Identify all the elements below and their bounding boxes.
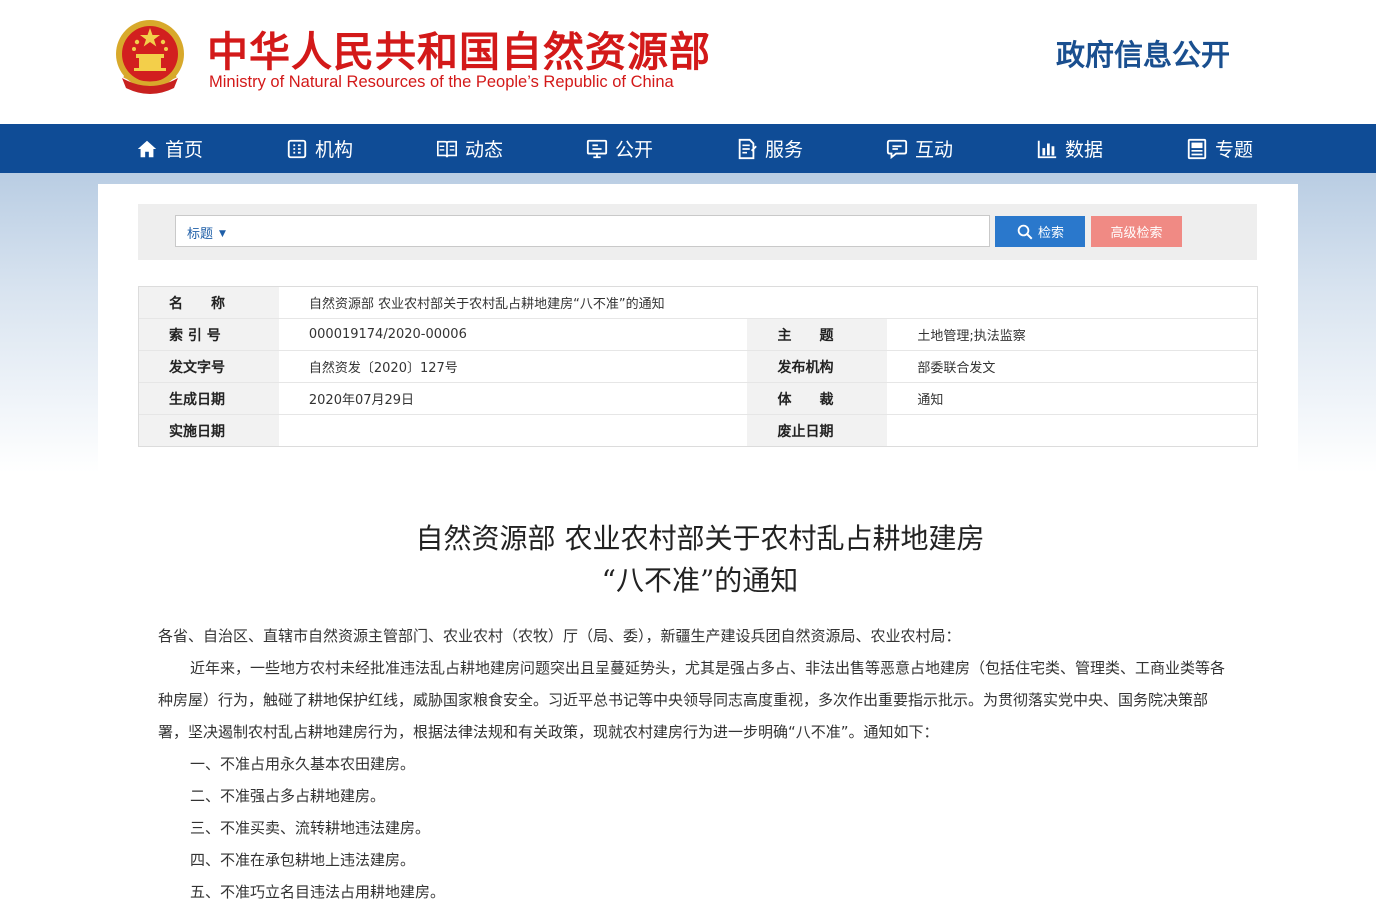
info-label: 发布机构 xyxy=(747,351,888,382)
main-nav: 首页 机构 动态 公开 服务 互动 数据 专题 xyxy=(0,124,1376,173)
doc-list-item: 三、不准买卖、流转耕地违法建房。 xyxy=(190,819,431,837)
nav-label: 公开 xyxy=(615,139,654,161)
doc-title-line: “八不准”的通知 xyxy=(601,564,799,597)
nav-label: 机构 xyxy=(315,139,354,161)
nav-label: 专题 xyxy=(1215,139,1254,161)
info-value: 2020年07月29日 xyxy=(308,393,415,408)
info-row: 生成日期 2020年07月29日 体 裁 通知 xyxy=(139,383,1257,415)
nav-item-home[interactable]: 首页 xyxy=(136,124,203,173)
info-value xyxy=(887,415,1257,446)
info-label: 体 裁 xyxy=(747,383,888,414)
doc-info-table: 名 称 自然资源部 农业农村部关于农村乱占耕地建房“八不准”的通知 索 引 号 … xyxy=(138,286,1258,447)
info-value: 000019174/2020-00006 xyxy=(308,327,467,342)
nav-item-service[interactable]: 服务 xyxy=(736,124,803,173)
nav-item-news[interactable]: 动态 xyxy=(436,124,503,173)
doc-salutation: 各省、自治区、直辖市自然资源主管部门、农业农村（农牧）厅（局、委），新疆生产建设… xyxy=(158,627,961,645)
nav-label: 互动 xyxy=(915,139,954,161)
nav-item-data[interactable]: 数据 xyxy=(1036,124,1103,173)
info-value: 部委联合发文 xyxy=(917,361,996,376)
nav-item-topic[interactable]: 专题 xyxy=(1186,124,1253,173)
search-type-select[interactable]: 标题 ▼ xyxy=(187,223,226,242)
nav-label: 首页 xyxy=(165,139,204,161)
nav-label: 数据 xyxy=(1065,139,1104,161)
doc-list-item: 五、不准巧立名目违法占用耕地建房。 xyxy=(190,883,446,901)
doc-list-item: 四、不准在承包耕地上违法建房。 xyxy=(190,851,416,869)
doc-list-item: 二、不准强占多占耕地建房。 xyxy=(190,787,386,805)
info-label: 发文字号 xyxy=(139,351,279,382)
nav-label: 服务 xyxy=(765,139,804,161)
home-icon xyxy=(137,140,157,157)
info-value xyxy=(279,415,748,446)
info-label: 废止日期 xyxy=(747,415,888,446)
info-row: 索 引 号 000019174/2020-00006 主 题 土地管理;执法监察 xyxy=(139,319,1257,351)
info-value: 通知 xyxy=(917,393,944,408)
national-emblem-icon[interactable] xyxy=(112,16,188,98)
org-icon xyxy=(287,139,307,158)
site-header: 中华人民共和国自然资源部 Ministry of Natural Resourc… xyxy=(0,0,1376,124)
book-icon xyxy=(437,140,457,157)
search-icon xyxy=(1017,224,1033,239)
nav-item-interact[interactable]: 互动 xyxy=(886,124,953,173)
info-row: 名 称 自然资源部 农业农村部关于农村乱占耕地建房“八不准”的通知 xyxy=(139,287,1257,319)
info-label: 实施日期 xyxy=(139,415,279,446)
info-label: 主 题 xyxy=(747,319,888,350)
advanced-search-button[interactable]: 高级检索 xyxy=(1091,216,1182,247)
info-row: 实施日期 废止日期 xyxy=(139,415,1257,446)
info-value: 自然资源部 农业农村部关于农村乱占耕地建房“八不准”的通知 xyxy=(309,297,665,312)
monitor-icon xyxy=(586,139,608,158)
site-title-cn[interactable]: 中华人民共和国自然资源部 xyxy=(207,18,711,78)
search-button-label: 检索 xyxy=(1037,226,1064,241)
info-label: 生成日期 xyxy=(139,383,279,414)
doc-paragraph: 近年来，一些地方农村未经批准违法乱占耕地建房问题突出且呈蔓延势头，尤其是强占多占… xyxy=(158,659,1226,741)
info-value: 自然资发〔2020〕127号 xyxy=(308,361,458,376)
bar-chart-icon xyxy=(1037,140,1057,158)
doc-title-line: 自然资源部 农业农村部关于农村乱占耕地建房 xyxy=(415,522,985,555)
search-input[interactable] xyxy=(175,215,990,247)
info-label: 索 引 号 xyxy=(139,319,279,350)
doc-title: 自然资源部 农业农村部关于农村乱占耕地建房 “八不准”的通知 xyxy=(150,518,1250,602)
nav-item-org[interactable]: 机构 xyxy=(286,124,353,173)
info-label: 名 称 xyxy=(139,287,279,318)
caret-down-icon: ▼ xyxy=(219,229,226,239)
info-row: 发文字号 自然资发〔2020〕127号 发布机构 部委联合发文 xyxy=(139,351,1257,383)
nav-item-open[interactable]: 公开 xyxy=(586,124,653,173)
info-value: 土地管理;执法监察 xyxy=(917,329,1026,344)
section-title[interactable]: 政府信息公开 xyxy=(1056,32,1230,74)
nav-label: 动态 xyxy=(465,139,504,161)
search-button[interactable]: 检索 xyxy=(995,216,1085,247)
doc-body: 各省、自治区、直辖市自然资源主管部门、农业农村（农牧）厅（局、委），新疆生产建设… xyxy=(158,620,1236,908)
edit-doc-icon xyxy=(738,138,757,159)
chat-icon xyxy=(886,139,908,159)
topic-icon xyxy=(1187,138,1207,159)
site-title-en[interactable]: Ministry of Natural Resources of the Peo… xyxy=(209,73,674,92)
doc-list-item: 一、不准占用永久基本农田建房。 xyxy=(190,755,416,773)
search-type-label: 标题 xyxy=(187,227,214,242)
